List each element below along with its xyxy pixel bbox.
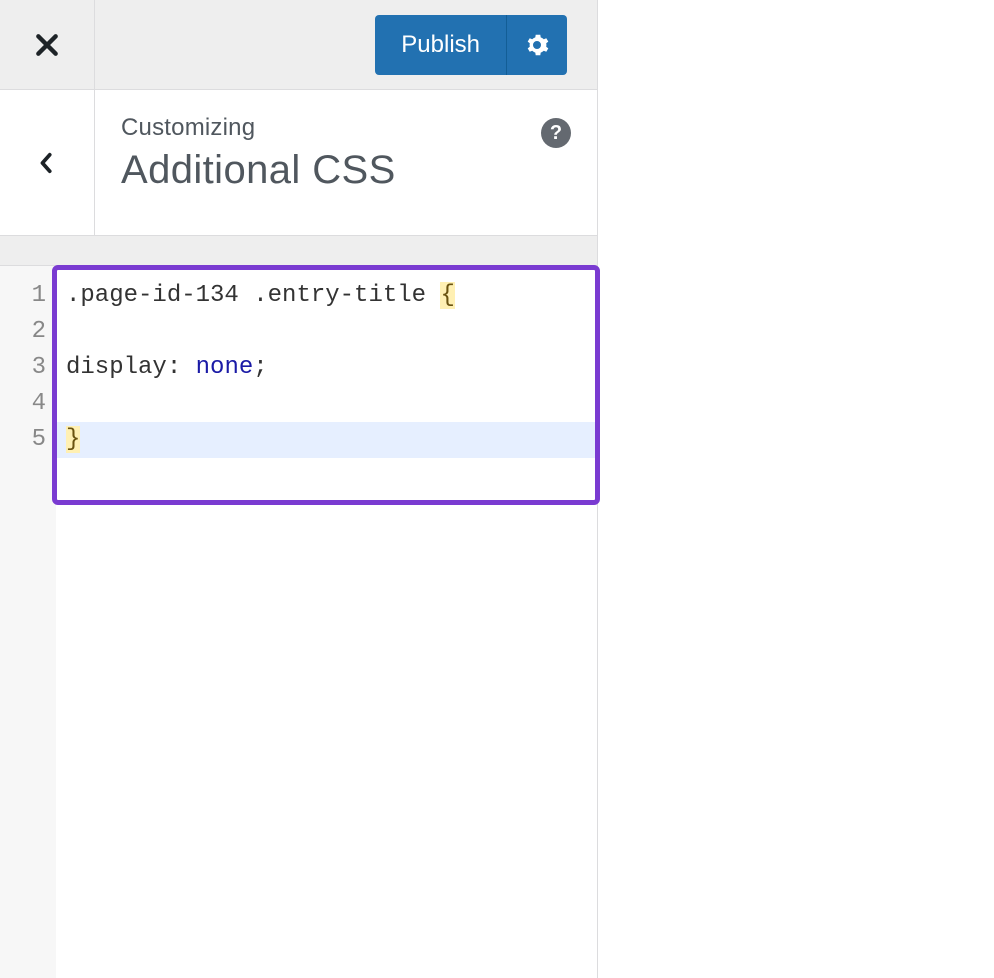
section-eyebrow: Customizing [121,114,571,142]
customizer-pane: Publish Customizing Additional CSS ? 1 2 [0,0,598,978]
gap-strip [0,236,597,266]
publish-settings-button[interactable] [507,15,567,75]
code-token-punct: : [167,354,196,381]
line-number: 2 [0,314,56,350]
code-token-brace: } [66,426,80,453]
code-line [56,314,597,350]
publish-group: Publish [375,15,567,75]
line-number: 4 [0,386,56,422]
chevron-left-icon [36,152,58,174]
close-icon [34,32,60,58]
line-number: 1 [0,278,56,314]
code-line: .page-id-134 .entry-title { [56,278,597,314]
title-block: Customizing Additional CSS ? [95,90,597,235]
code-editor[interactable]: 1 2 3 4 5 .page-id-134 .entry-title { di… [0,266,597,978]
line-number: 3 [0,350,56,386]
code-token-property: display [66,354,167,381]
code-line: display: none; [56,350,597,386]
toolbar: Publish [0,0,597,90]
gear-icon [525,33,549,57]
line-number-gutter: 1 2 3 4 5 [0,266,56,978]
help-button[interactable]: ? [541,118,571,148]
code-token-brace: { [440,282,454,309]
publish-button[interactable]: Publish [375,15,507,75]
code-line [56,386,597,422]
code-token-selector: .page-id-134 .entry-title [66,282,440,309]
section-title: Additional CSS [121,148,571,193]
code-content[interactable]: .page-id-134 .entry-title { display: non… [56,266,597,978]
code-token-punct: ; [253,354,267,381]
code-line-active: } [56,422,597,458]
code-token-value: none [196,354,254,381]
line-number: 5 [0,422,56,458]
section-header: Customizing Additional CSS ? [0,90,597,236]
back-button[interactable] [0,90,95,235]
close-button[interactable] [0,0,95,90]
